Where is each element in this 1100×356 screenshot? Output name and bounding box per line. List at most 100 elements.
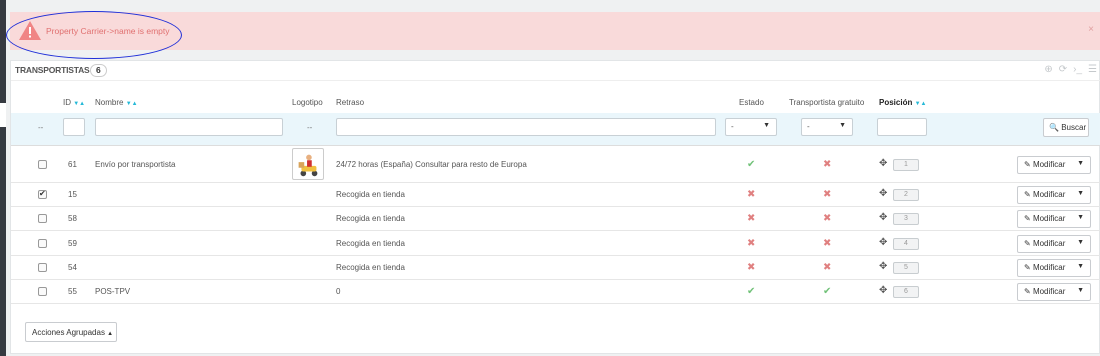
column-delay: Retraso bbox=[336, 98, 365, 107]
modify-label: Modificar bbox=[1032, 287, 1066, 296]
chevron-down-icon: ▼ bbox=[839, 122, 846, 129]
free-cross-icon[interactable]: ✖ bbox=[823, 238, 831, 249]
free-check-icon[interactable]: ✔ bbox=[823, 286, 831, 297]
enabled-check-icon[interactable]: ✔ bbox=[747, 286, 755, 297]
column-logo: Logotipo bbox=[292, 98, 323, 107]
carrier-id: 61 bbox=[68, 159, 77, 169]
modify-button[interactable]: ✎ Modificar ▼ bbox=[1017, 186, 1091, 204]
chevron-down-icon[interactable]: ▼ bbox=[1077, 263, 1084, 270]
disabled-cross-icon[interactable]: ✖ bbox=[747, 262, 755, 273]
carrier-logo-image bbox=[292, 147, 324, 180]
modify-button[interactable]: ✎ Modificar ▼ bbox=[1017, 155, 1091, 174]
modify-button[interactable]: ✎ Modificar ▼ bbox=[1017, 283, 1091, 301]
chevron-down-icon[interactable]: ▼ bbox=[1077, 214, 1084, 221]
drag-move-icon[interactable]: ✥ bbox=[879, 158, 887, 169]
carrier-delay: Recogida en tienda bbox=[336, 214, 405, 223]
panel-heading: TRANSPORTISTAS 6 ⊕ ⟳ ›_ ☰ bbox=[11, 61, 1100, 81]
position-filter-input[interactable] bbox=[877, 118, 927, 136]
free-cross-icon[interactable]: ✖ bbox=[823, 159, 831, 170]
free-cross-icon[interactable]: ✖ bbox=[823, 189, 831, 200]
modify-label: Modificar bbox=[1032, 190, 1066, 199]
carrier-name: Envío por transportista bbox=[95, 159, 176, 169]
position-value: 2 bbox=[893, 189, 919, 201]
carrier-id: 59 bbox=[68, 238, 77, 248]
table-row[interactable] bbox=[11, 231, 1100, 256]
column-free: Transportista gratuito bbox=[789, 98, 865, 107]
disabled-cross-icon[interactable]: ✖ bbox=[747, 213, 755, 224]
column-name[interactable]: Nombre ▼▲ bbox=[95, 98, 138, 107]
table-row[interactable] bbox=[11, 183, 1100, 207]
chevron-down-icon[interactable]: ▼ bbox=[1077, 239, 1084, 246]
chevron-down-icon[interactable]: ▼ bbox=[1077, 287, 1084, 294]
modify-label: Modificar bbox=[1032, 263, 1066, 272]
pencil-icon: ✎ bbox=[1024, 287, 1031, 296]
carrier-delay: 0 bbox=[336, 287, 341, 296]
free-filter-select[interactable]: ▼ - bbox=[801, 118, 853, 136]
carrier-id: 58 bbox=[68, 214, 77, 223]
row-checkbox[interactable] bbox=[38, 189, 47, 199]
chevron-down-icon[interactable]: ▼ bbox=[1077, 160, 1084, 167]
bulk-actions-button[interactable]: Acciones Agrupadas ▲ bbox=[25, 322, 117, 342]
carrier-name: POS-TPV bbox=[95, 287, 131, 296]
refresh-icon[interactable]: ⟳ bbox=[1059, 64, 1067, 75]
name-filter-input[interactable] bbox=[95, 118, 283, 136]
carrier-id: 55 bbox=[68, 287, 77, 296]
drag-move-icon[interactable]: ✥ bbox=[879, 285, 887, 296]
modify-button[interactable]: ✎ Modificar ▼ bbox=[1017, 210, 1091, 228]
search-icon: 🔍 bbox=[1049, 123, 1059, 132]
modify-button[interactable]: ✎ Modificar ▼ bbox=[1017, 234, 1091, 253]
column-status: Estado bbox=[739, 98, 764, 107]
carriers-panel: TRANSPORTISTAS 6 ⊕ ⟳ ›_ ☰ ID ▼▲ Nombre ▼… bbox=[10, 60, 1100, 354]
table-row[interactable] bbox=[11, 207, 1100, 231]
pencil-icon: ✎ bbox=[1024, 214, 1031, 223]
table-row[interactable] bbox=[11, 280, 1100, 304]
delay-filter-input[interactable] bbox=[336, 118, 716, 136]
disabled-cross-icon[interactable]: ✖ bbox=[747, 189, 755, 200]
drag-move-icon[interactable]: ✥ bbox=[879, 261, 887, 272]
drag-move-icon[interactable]: ✥ bbox=[879, 212, 887, 223]
row-checkbox[interactable] bbox=[38, 159, 47, 169]
carrier-delay: Recogida en tienda bbox=[336, 263, 405, 272]
pencil-icon: ✎ bbox=[1024, 238, 1031, 248]
row-checkbox[interactable] bbox=[38, 214, 47, 223]
position-value: 3 bbox=[893, 213, 919, 225]
enabled-check-icon[interactable]: ✔ bbox=[747, 159, 755, 170]
row-checkbox[interactable] bbox=[38, 238, 47, 248]
pencil-icon: ✎ bbox=[1024, 190, 1031, 199]
drag-move-icon[interactable]: ✥ bbox=[879, 188, 887, 199]
column-position[interactable]: Posición ▼▲ bbox=[879, 98, 926, 107]
row-checkbox[interactable] bbox=[38, 287, 47, 296]
drag-move-icon[interactable]: ✥ bbox=[879, 237, 887, 248]
chevron-down-icon: ▼ bbox=[763, 122, 770, 129]
search-button[interactable]: 🔍 Buscar bbox=[1043, 118, 1089, 137]
position-value: 6 bbox=[893, 286, 919, 298]
panel-title: TRANSPORTISTAS bbox=[15, 65, 90, 75]
carrier-delay: Recogida en tienda bbox=[336, 190, 405, 199]
disabled-cross-icon[interactable]: ✖ bbox=[747, 238, 755, 249]
close-icon[interactable]: × bbox=[1088, 24, 1094, 35]
carrier-delay: Recogida en tienda bbox=[336, 238, 405, 248]
filter-dash: -- bbox=[38, 123, 44, 132]
carrier-delay: 24/72 horas (España) Consultar para rest… bbox=[336, 159, 527, 169]
modify-button[interactable]: ✎ Modificar ▼ bbox=[1017, 259, 1091, 277]
toolbar-icons: ⊕ ⟳ ›_ ☰ bbox=[1044, 64, 1097, 75]
add-icon[interactable]: ⊕ bbox=[1044, 64, 1052, 75]
count-badge: 6 bbox=[90, 64, 107, 77]
modify-label: Modificar bbox=[1032, 238, 1066, 248]
free-cross-icon[interactable]: ✖ bbox=[823, 262, 831, 273]
position-value: 4 bbox=[893, 237, 919, 250]
sidebar-marker bbox=[0, 103, 6, 127]
modify-label: Modificar bbox=[1032, 159, 1066, 169]
database-icon[interactable]: ☰ bbox=[1088, 64, 1097, 75]
row-checkbox[interactable] bbox=[38, 263, 47, 272]
column-id[interactable]: ID ▼▲ bbox=[63, 98, 85, 107]
id-filter-input[interactable] bbox=[63, 118, 85, 136]
status-filter-select[interactable]: ▼ - bbox=[725, 118, 777, 136]
position-value: 1 bbox=[893, 158, 919, 171]
sql-query-icon[interactable]: ›_ bbox=[1073, 64, 1082, 75]
carrier-id: 54 bbox=[68, 263, 77, 272]
free-cross-icon[interactable]: ✖ bbox=[823, 213, 831, 224]
table-row[interactable] bbox=[11, 256, 1100, 280]
modify-label: Modificar bbox=[1032, 214, 1066, 223]
chevron-down-icon[interactable]: ▼ bbox=[1077, 190, 1084, 197]
